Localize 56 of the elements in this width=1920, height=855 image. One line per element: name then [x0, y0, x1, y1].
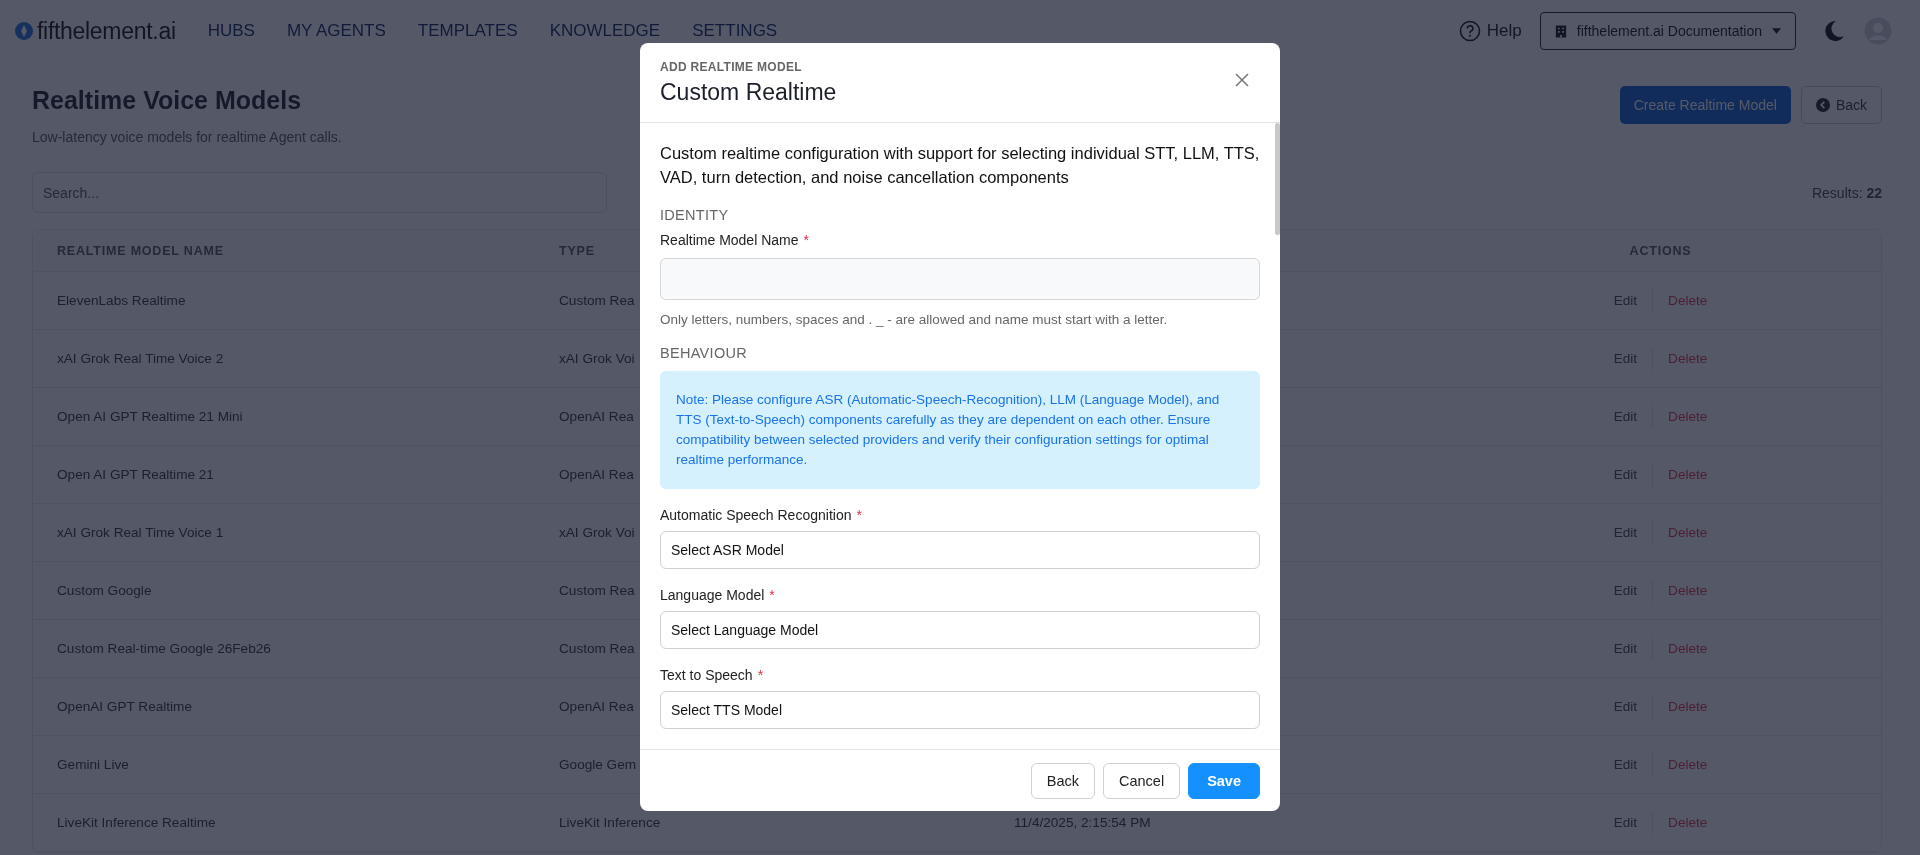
table-cell: OpenAI Rea: [559, 467, 634, 482]
table-cell: xAI Grok Voi: [559, 525, 635, 540]
section-heading: BEHAVIOUR: [660, 345, 749, 361]
field-label: Automatic Speech Recognition: [660, 507, 852, 523]
table-cell: Custom Rea: [559, 641, 635, 656]
required-mark: *: [856, 507, 862, 523]
delete-link[interactable]: Delete: [1668, 815, 1708, 830]
select-field[interactable]: Select TTS Model: [660, 691, 1260, 729]
select-field[interactable]: Select Language Model: [660, 611, 1260, 649]
table-cell: OpenAI GPT Realtime: [57, 699, 192, 714]
delete-link[interactable]: Delete: [1668, 641, 1708, 656]
table-cell: OpenAI Rea: [559, 699, 634, 714]
dialog-button[interactable]: Back: [1030, 762, 1095, 799]
page-title: Realtime Voice Models: [32, 86, 303, 115]
delete-link[interactable]: Delete: [1668, 467, 1708, 482]
table-cell: Open AI GPT Realtime 21 Mini: [57, 409, 243, 424]
delete-link[interactable]: Delete: [1668, 351, 1708, 366]
modal-description: Custom realtime configuration with support for selecting individual STT, LLM, TTS, VAD, turn detection, and noise cancellation components: [660, 143, 1260, 188]
required-mark: *: [757, 667, 764, 683]
field-hint: Only letters, numbers, spaces and . _ - are allowed and name must start with a letter.: [660, 312, 1169, 327]
table-cell: Gemini Live: [57, 757, 129, 772]
table-cell: OpenAI Rea: [559, 409, 634, 424]
dialog-button[interactable]: Cancel: [1103, 762, 1181, 799]
modal-title: Custom Realtime: [660, 79, 837, 106]
table-cell: Custom Google: [57, 583, 152, 598]
table-cell: xAI Grok Voi: [559, 351, 635, 366]
table-cell: Google Gem: [559, 757, 637, 772]
field-label: Text to Speech: [660, 667, 753, 683]
table-cell: LiveKit Inference Realtime: [57, 815, 216, 830]
table-cell: xAI Grok Real Time Voice 2: [57, 351, 224, 366]
table-cell: 11/4/2025, 2:15:54 PM: [1014, 815, 1151, 830]
required-mark: *: [769, 587, 775, 603]
select-field[interactable]: Select ASR Model: [660, 531, 1260, 569]
delete-link[interactable]: Delete: [1668, 409, 1708, 424]
info-note: Note: Please configure ASR (Automatic-Speech-Recognition), LLM (Language Model), and TTS (Text-to-Speech) components carefully as they are dependent on each other. Ensure compatibility between selected providers and verify their configuration settings for optimal realtime performance.: [660, 371, 1260, 489]
close-icon[interactable]: [1235, 73, 1249, 87]
table-cell: Open AI GPT Realtime 21: [57, 467, 214, 482]
delete-link[interactable]: Delete: [1668, 293, 1708, 308]
table-cell: Custom Rea: [559, 583, 635, 598]
table-cell: xAI Grok Real Time Voice 1: [57, 525, 224, 540]
field-label: Realtime Model Name: [660, 232, 799, 248]
table-cell: LiveKit Inference: [559, 815, 661, 830]
scrollbar-thumb[interactable]: [1275, 123, 1280, 235]
required-mark: *: [803, 232, 809, 248]
save-button[interactable]: Save: [1188, 762, 1260, 799]
delete-link[interactable]: Delete: [1668, 525, 1708, 540]
delete-link[interactable]: Delete: [1668, 699, 1708, 714]
delete-link[interactable]: Delete: [1668, 757, 1708, 772]
section-heading: IDENTITY: [660, 207, 730, 223]
field-label: Language Model: [660, 587, 765, 603]
delete-link[interactable]: Delete: [1668, 583, 1708, 598]
table-cell: Custom Real-time Google 26Feb26: [57, 641, 271, 656]
table-cell: ElevenLabs Realtime: [57, 293, 186, 308]
table-cell: Custom Rea: [559, 293, 635, 308]
name-input[interactable]: [660, 258, 1260, 300]
modal-eyebrow: ADD REALTIME MODEL: [660, 60, 803, 74]
